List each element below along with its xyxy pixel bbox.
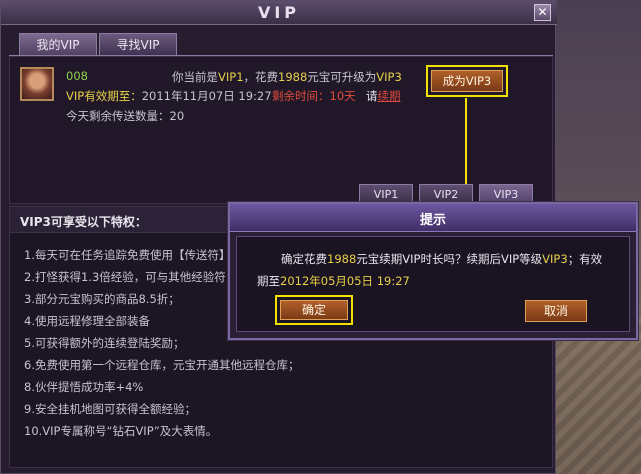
become-vip3-button[interactable]: 成为VIP3 xyxy=(431,70,503,92)
transfer-label: 今天剩余传送数量： xyxy=(66,109,170,123)
msg-line2-prefix: 期至 xyxy=(257,274,280,288)
avatar xyxy=(20,67,54,101)
transfer-line: 今天剩余传送数量：20 xyxy=(66,108,184,124)
privileges-title: VIP3可享受以下特权： xyxy=(20,215,147,229)
cost-intro: ，花费 xyxy=(243,70,279,84)
dialog-title: 提示 xyxy=(419,213,446,228)
privilege-line-4-text: 4.使用远程修理全部装备 xyxy=(24,314,150,328)
dialog-titlebar: 提示 xyxy=(230,204,636,232)
remain-days: 10天 xyxy=(329,89,356,103)
dialog-body: 确定花费1988元宝续期VIP时长吗？续期后VIP等级VIP3；有效 期至201… xyxy=(236,236,630,332)
window-titlebar: VIP ✕ xyxy=(1,1,557,25)
vip-intro: 你当前是 xyxy=(172,70,218,84)
privilege-line-1: 1.每天可在任务追踪免费使用【传送符】 xyxy=(24,248,231,262)
dialog-message-line-1: 确定花费1988元宝续期VIP时长吗？续期后VIP等级VIP3；有效 xyxy=(281,251,602,267)
msg-level: VIP3 xyxy=(542,252,568,266)
cancel-button[interactable]: 取消 xyxy=(525,300,587,322)
profile-panel: 008 你当前是VIP1，花费1988元宝可升级为VIP3 VIP有效期至：20… xyxy=(9,56,553,204)
window-title: VIP xyxy=(257,3,301,22)
msg-prefix: 确定花费 xyxy=(281,252,327,266)
vip-target: VIP3 xyxy=(376,70,402,84)
tab-vip3[interactable]: VIP3 xyxy=(479,184,533,204)
privilege-line-4: 4.使用远程修理全部装备 xyxy=(24,313,150,329)
tab-vip2[interactable]: VIP2 xyxy=(419,184,473,204)
cost-amount: 1988 xyxy=(278,70,308,84)
transfer-count: 20 xyxy=(169,109,185,123)
expire-date: 2011年11月07日 19:27 xyxy=(141,89,272,103)
expire-line: VIP有效期至：2011年11月07日 19:27 xyxy=(66,88,272,104)
tab-my-vip[interactable]: 我的VIP xyxy=(19,33,97,55)
renew-line: 请续期 xyxy=(366,88,401,104)
privilege-line-2-text: 2.打怪获得1.3倍经验，可与其他经验符 xyxy=(24,270,226,284)
cost-unit: 元宝可升级为 xyxy=(307,70,377,84)
tab-find-vip[interactable]: 寻找VIP xyxy=(99,33,177,55)
expire-label: VIP有效期至： xyxy=(66,89,142,103)
vip-status-line: 你当前是VIP1，花费1988元宝可升级为VIP3 xyxy=(172,69,402,85)
privilege-line-5: 5.可获得额外的连续登陆奖励； xyxy=(24,336,185,350)
privilege-line-6: 6.免费使用第一个远程仓库，元宝开通其他远程仓库； xyxy=(24,358,300,372)
remain-label: 剩余时间： xyxy=(272,89,330,103)
renew-prompt: 请 xyxy=(366,89,378,103)
msg-mid: 元宝续期VIP时长吗？续期后VIP等级 xyxy=(356,252,543,266)
msg-amount: 1988 xyxy=(327,252,357,266)
confirm-dialog: 提示 确定花费1988元宝续期VIP时长吗？续期后VIP等级VIP3；有效 期至… xyxy=(228,202,638,340)
msg-date: 2012年05月05日 19:27 xyxy=(280,274,410,288)
privilege-line-3: 3.部分元宝购买的商品8.5折； xyxy=(24,292,180,306)
msg-tail: ；有效 xyxy=(567,252,603,266)
privilege-line-10: 10.VIP专属称号“钻石VIP”及大表情。 xyxy=(24,424,218,438)
dialog-message-line-2: 期至2012年05月05日 19:27 xyxy=(257,273,410,289)
renew-link[interactable]: 续期 xyxy=(378,89,401,103)
tab-vip1[interactable]: VIP1 xyxy=(359,184,413,204)
privilege-line-8: 8.伙伴提悟成功率+4% xyxy=(24,380,144,394)
player-name: 008 xyxy=(66,69,88,83)
privilege-line-2: 2.打怪获得1.3倍经验，可与其他经验符 xyxy=(24,269,226,285)
privilege-line-9: 9.安全挂机地图可获得全额经验； xyxy=(24,402,196,416)
confirm-button[interactable]: 确定 xyxy=(280,300,348,320)
close-icon[interactable]: ✕ xyxy=(534,4,551,21)
remain-line: 剩余时间：10天 xyxy=(272,88,356,104)
vip-current: VIP1 xyxy=(218,70,244,84)
